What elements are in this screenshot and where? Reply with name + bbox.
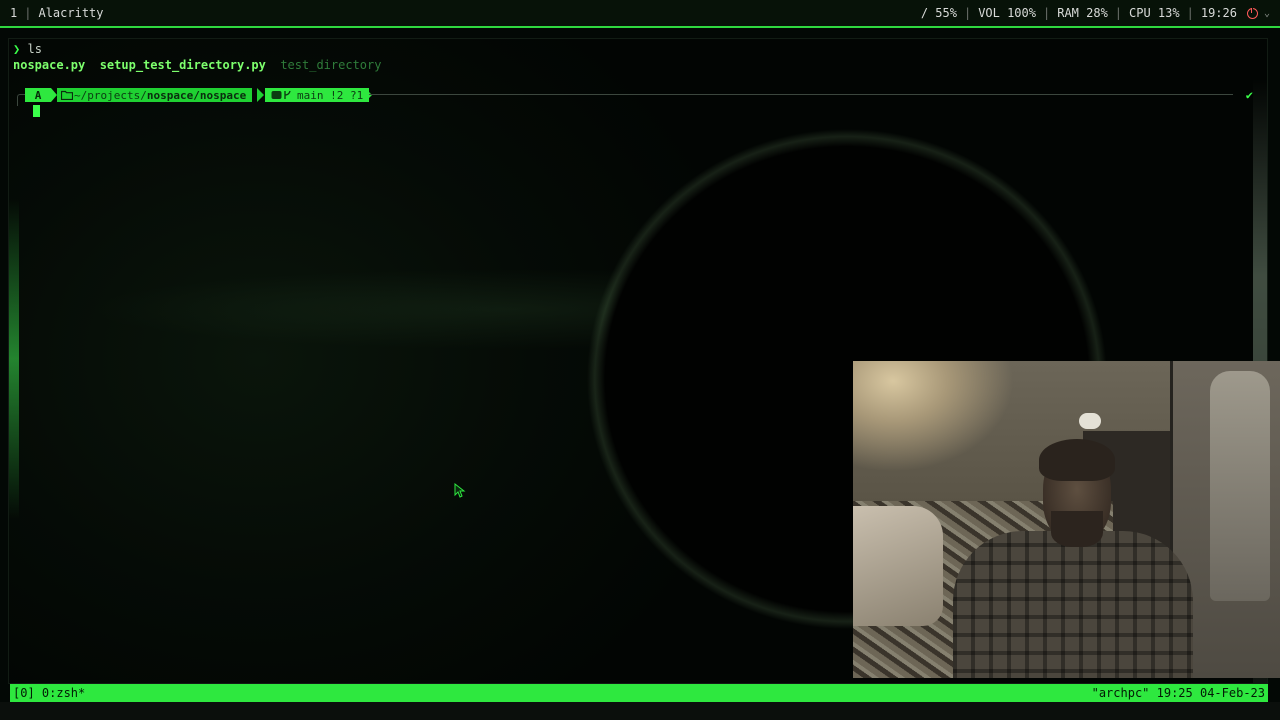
path-repo: nospace/nospace [146,88,247,102]
path-prefix: ~/projects/ [74,88,147,102]
separator: | [1114,6,1123,20]
separator: | [1042,6,1051,20]
webcam-pillow [853,506,943,626]
window-manager-bar: 1 | Alacritty / 55% | VOL 100% | RAM 28%… [0,0,1280,28]
cpu-usage: CPU 13% [1129,6,1180,20]
mouse-pointer-icon [454,483,466,498]
powerline-arrow [365,88,372,102]
disk-usage: / 55% [920,6,957,20]
webcam-person-hair [1039,439,1115,481]
webcam-hanging-cloth [1210,371,1270,601]
tmux-status-bar: [0] 0:zsh* "archpc" 19:25 04-Feb-23 [10,684,1268,702]
ls-output: nospace.py setup_test_directory.py test_… [13,58,381,72]
chevron-down-icon[interactable]: ⌄ [1264,8,1270,19]
powerline-prompt: A ~/projects/nospace/nospace main !2 ?1 … [9,87,1265,106]
file-entry: nospace.py [13,58,86,72]
power-icon[interactable] [1246,6,1258,19]
text-cursor [33,105,40,117]
webcam-overlay [853,361,1280,678]
directory-entry: test_directory [280,58,382,72]
separator: | [24,6,32,20]
webcam-person-body [953,531,1193,678]
separator: | [963,6,972,20]
status-modules: / 55% | VOL 100% | RAM 28% | CPU 13% | 1… [921,6,1280,20]
workspace-indicator[interactable]: 1 [0,6,17,20]
webcam-lamp-light [853,361,1053,521]
arch-icon: A [25,88,51,102]
prompt-path: ~/projects/nospace/nospace [57,88,253,102]
bottom-edge [0,702,1280,720]
window-title: Alacritty [38,6,104,20]
prompt-symbol: ❯ [13,42,21,56]
git-branch: main !2 ?1 [297,88,364,102]
tmux-window-list[interactable]: [0] 0:zsh* [13,686,85,700]
webcam-toy [1079,413,1101,429]
prompt-rule [369,94,1233,95]
prompt-git-status: main !2 ?1 [265,88,370,102]
check-icon: ✔ [1245,88,1253,102]
wallpaper-glow [9,199,19,519]
ram-usage: RAM 28% [1057,6,1108,20]
powerline-arrow [257,88,264,102]
webcam-person-beard [1051,511,1103,547]
command-text: ls [27,42,42,56]
tmux-host-clock: "archpc" 19:25 04-Feb-23 [1091,686,1265,700]
volume-level[interactable]: VOL 100% [978,6,1036,20]
git-icon [271,90,291,99]
file-entry: setup_test_directory.py [99,58,266,72]
folder-icon [61,90,73,100]
separator: | [1186,6,1194,20]
clock: 19:26 [1200,6,1237,20]
command-line: ❯ ls [13,42,42,56]
